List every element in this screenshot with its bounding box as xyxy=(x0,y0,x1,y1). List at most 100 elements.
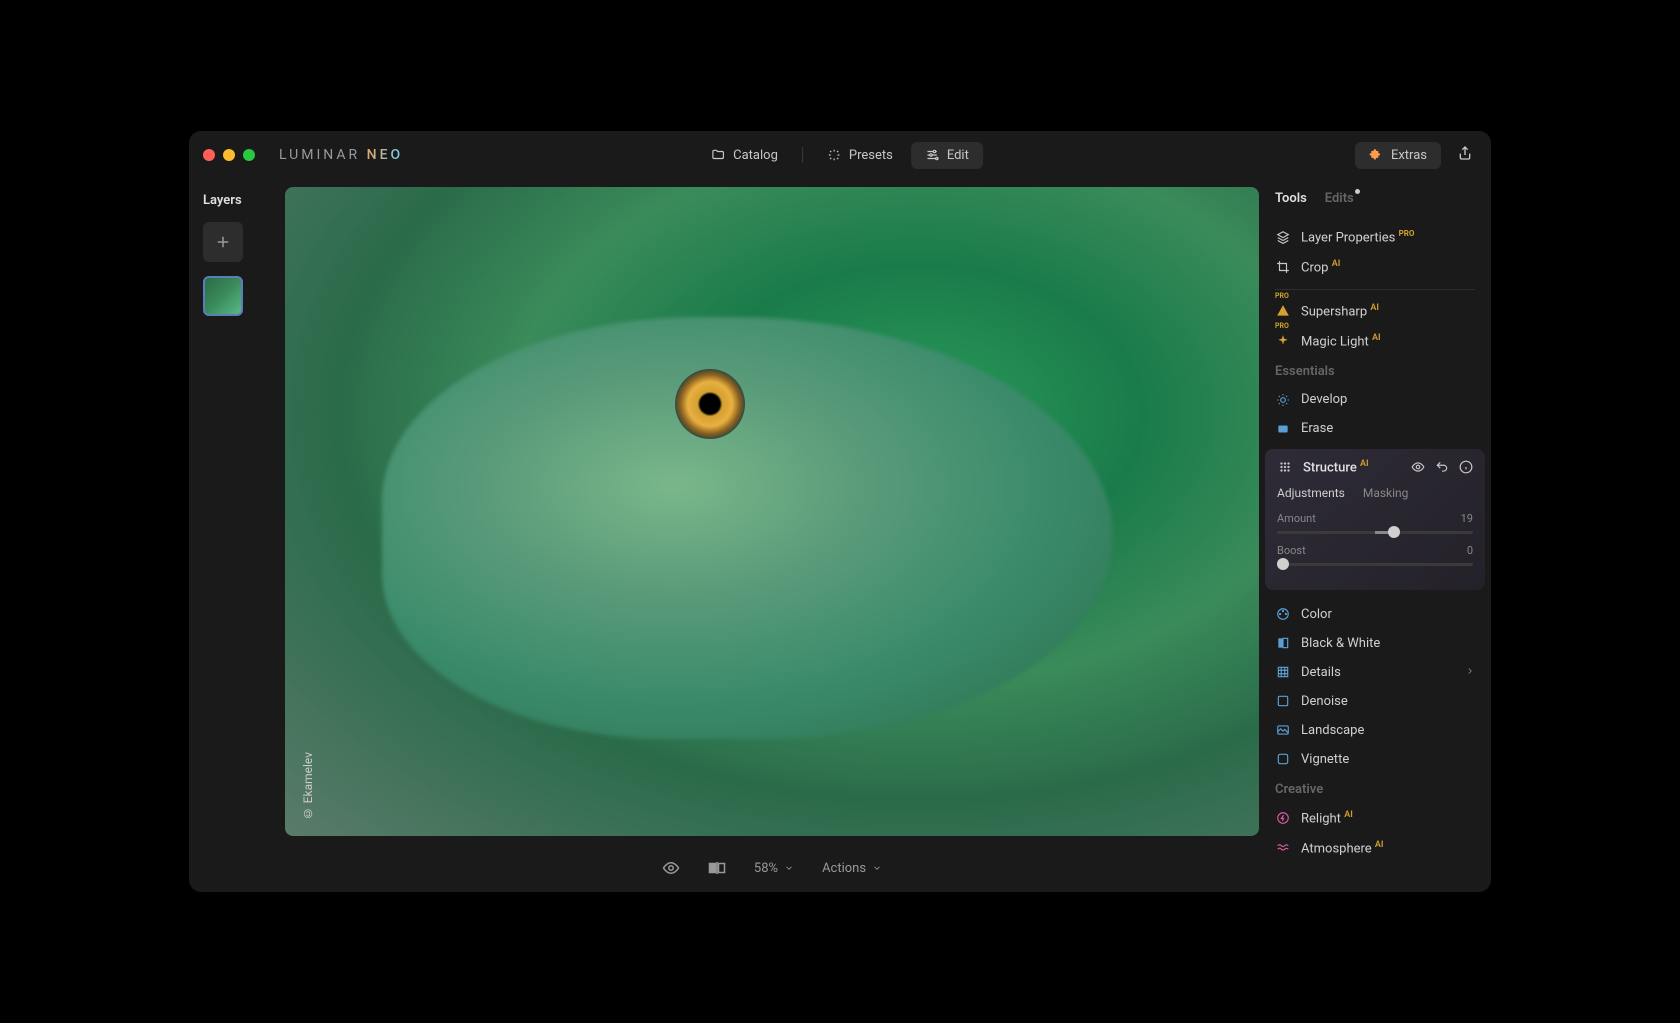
landscape-icon xyxy=(1275,723,1291,737)
share-button[interactable] xyxy=(1453,141,1477,169)
add-layer-button[interactable] xyxy=(203,222,243,262)
logo-neo: NEO xyxy=(360,147,403,163)
tool-denoise[interactable]: Denoise xyxy=(1275,687,1475,716)
tab-tools[interactable]: Tools xyxy=(1275,191,1307,206)
atmosphere-label: Atmosphere AI xyxy=(1301,840,1475,856)
vignette-icon xyxy=(1275,752,1291,766)
denoise-icon xyxy=(1275,694,1291,708)
tool-atmosphere[interactable]: Atmosphere AI xyxy=(1275,833,1475,863)
panel-tabs: Tools Edits xyxy=(1275,191,1475,206)
zoom-value: 58% xyxy=(754,861,778,876)
tool-black-white[interactable]: Black & White xyxy=(1275,629,1475,658)
sparkle-icon xyxy=(827,148,841,162)
extras-label: Extras xyxy=(1391,148,1427,163)
sun-icon xyxy=(1275,393,1291,407)
landscape-label: Landscape xyxy=(1301,723,1475,738)
boost-label: Boost xyxy=(1277,544,1306,557)
eye-icon[interactable] xyxy=(1411,460,1425,474)
bolt-icon xyxy=(1275,811,1291,825)
tool-supersharp[interactable]: PRO Supersharp AI xyxy=(1275,296,1475,326)
actions-label: Actions xyxy=(822,861,866,876)
tool-develop[interactable]: Develop xyxy=(1275,385,1475,414)
tool-landscape[interactable]: Landscape xyxy=(1275,716,1475,745)
vignette-label: Vignette xyxy=(1301,752,1475,767)
crop-label: Crop AI xyxy=(1301,259,1475,275)
grid-icon xyxy=(1275,665,1291,679)
titlebar: LUMINAR NEO Catalog Presets Edit Extras xyxy=(189,131,1491,179)
app-logo: LUMINAR NEO xyxy=(279,147,403,163)
section-creative: Creative xyxy=(1275,774,1475,803)
chevron-right-icon xyxy=(1465,665,1475,680)
maximize-button[interactable] xyxy=(243,149,255,161)
close-button[interactable] xyxy=(203,149,215,161)
boost-value: 0 xyxy=(1467,544,1473,557)
magic-light-label: Magic Light AI xyxy=(1301,333,1475,349)
subtab-masking[interactable]: Masking xyxy=(1363,486,1409,500)
contrast-icon xyxy=(1275,636,1291,650)
right-panel: Tools Edits Layer Properties PRO Crop AI… xyxy=(1259,179,1491,892)
layers-title: Layers xyxy=(203,193,242,208)
crop-icon xyxy=(1275,260,1291,274)
logo-main: LUMINAR xyxy=(279,147,360,163)
magic-icon: PRO xyxy=(1275,334,1291,348)
chevron-down-icon xyxy=(872,863,882,873)
color-label: Color xyxy=(1301,607,1475,622)
palette-icon xyxy=(1275,607,1291,621)
slider-boost: Boost 0 xyxy=(1277,544,1473,566)
titlebar-right: Extras xyxy=(1355,141,1477,169)
amount-value: 19 xyxy=(1461,512,1473,525)
tool-details[interactable]: Details xyxy=(1275,658,1475,687)
image-detail xyxy=(675,369,745,439)
folder-icon xyxy=(711,148,725,162)
warning-icon: PRO xyxy=(1275,304,1291,318)
divider xyxy=(1275,289,1475,290)
boost-slider[interactable] xyxy=(1277,563,1473,566)
tool-color[interactable]: Color xyxy=(1275,600,1475,629)
compare-button[interactable] xyxy=(708,861,726,875)
subtab-adjustments[interactable]: Adjustments xyxy=(1277,486,1345,500)
puzzle-icon xyxy=(1369,148,1383,162)
presets-button[interactable]: Presets xyxy=(813,142,907,169)
tool-vignette[interactable]: Vignette xyxy=(1275,745,1475,774)
catalog-label: Catalog xyxy=(733,148,778,163)
copyright-text: © Ekamelev xyxy=(301,752,315,820)
extras-button[interactable]: Extras xyxy=(1355,142,1441,169)
structure-header[interactable]: Structure AI xyxy=(1277,459,1473,475)
layer-properties-label: Layer Properties PRO xyxy=(1301,229,1475,245)
zoom-control[interactable]: 58% xyxy=(754,861,794,876)
toggle-visibility-button[interactable] xyxy=(662,859,680,877)
compare-icon xyxy=(708,861,726,875)
eraser-icon xyxy=(1275,422,1291,436)
edit-button[interactable]: Edit xyxy=(911,142,983,169)
edit-label: Edit xyxy=(947,148,969,163)
tool-crop[interactable]: Crop AI xyxy=(1275,252,1475,282)
slider-amount: Amount 19 xyxy=(1277,512,1473,534)
presets-label: Presets xyxy=(849,148,893,163)
info-icon[interactable] xyxy=(1459,460,1473,474)
structure-icon xyxy=(1277,460,1293,474)
structure-actions xyxy=(1411,460,1473,474)
layers-icon xyxy=(1275,230,1291,244)
structure-label: Structure AI xyxy=(1303,459,1401,475)
nav-center: Catalog Presets Edit xyxy=(697,142,983,169)
layers-panel: Layers xyxy=(189,179,285,892)
layer-thumbnail[interactable] xyxy=(203,276,243,316)
tool-layer-properties[interactable]: Layer Properties PRO xyxy=(1275,222,1475,252)
minimize-button[interactable] xyxy=(223,149,235,161)
amount-slider[interactable] xyxy=(1277,531,1473,534)
tool-magic-light[interactable]: PRO Magic Light AI xyxy=(1275,326,1475,356)
share-icon xyxy=(1457,145,1473,161)
structure-subtabs: Adjustments Masking xyxy=(1277,486,1473,500)
edits-indicator-dot xyxy=(1355,189,1360,194)
canvas-image[interactable]: © Ekamelev xyxy=(285,187,1259,836)
undo-icon[interactable] xyxy=(1435,460,1449,474)
black-white-label: Black & White xyxy=(1301,636,1475,651)
tab-edits[interactable]: Edits xyxy=(1325,191,1354,206)
tool-relight[interactable]: Relight AI xyxy=(1275,803,1475,833)
section-essentials: Essentials xyxy=(1275,356,1475,385)
tool-erase[interactable]: Erase xyxy=(1275,414,1475,443)
waves-icon xyxy=(1275,841,1291,855)
actions-dropdown[interactable]: Actions xyxy=(822,861,882,876)
catalog-button[interactable]: Catalog xyxy=(697,142,792,169)
details-label: Details xyxy=(1301,665,1455,680)
